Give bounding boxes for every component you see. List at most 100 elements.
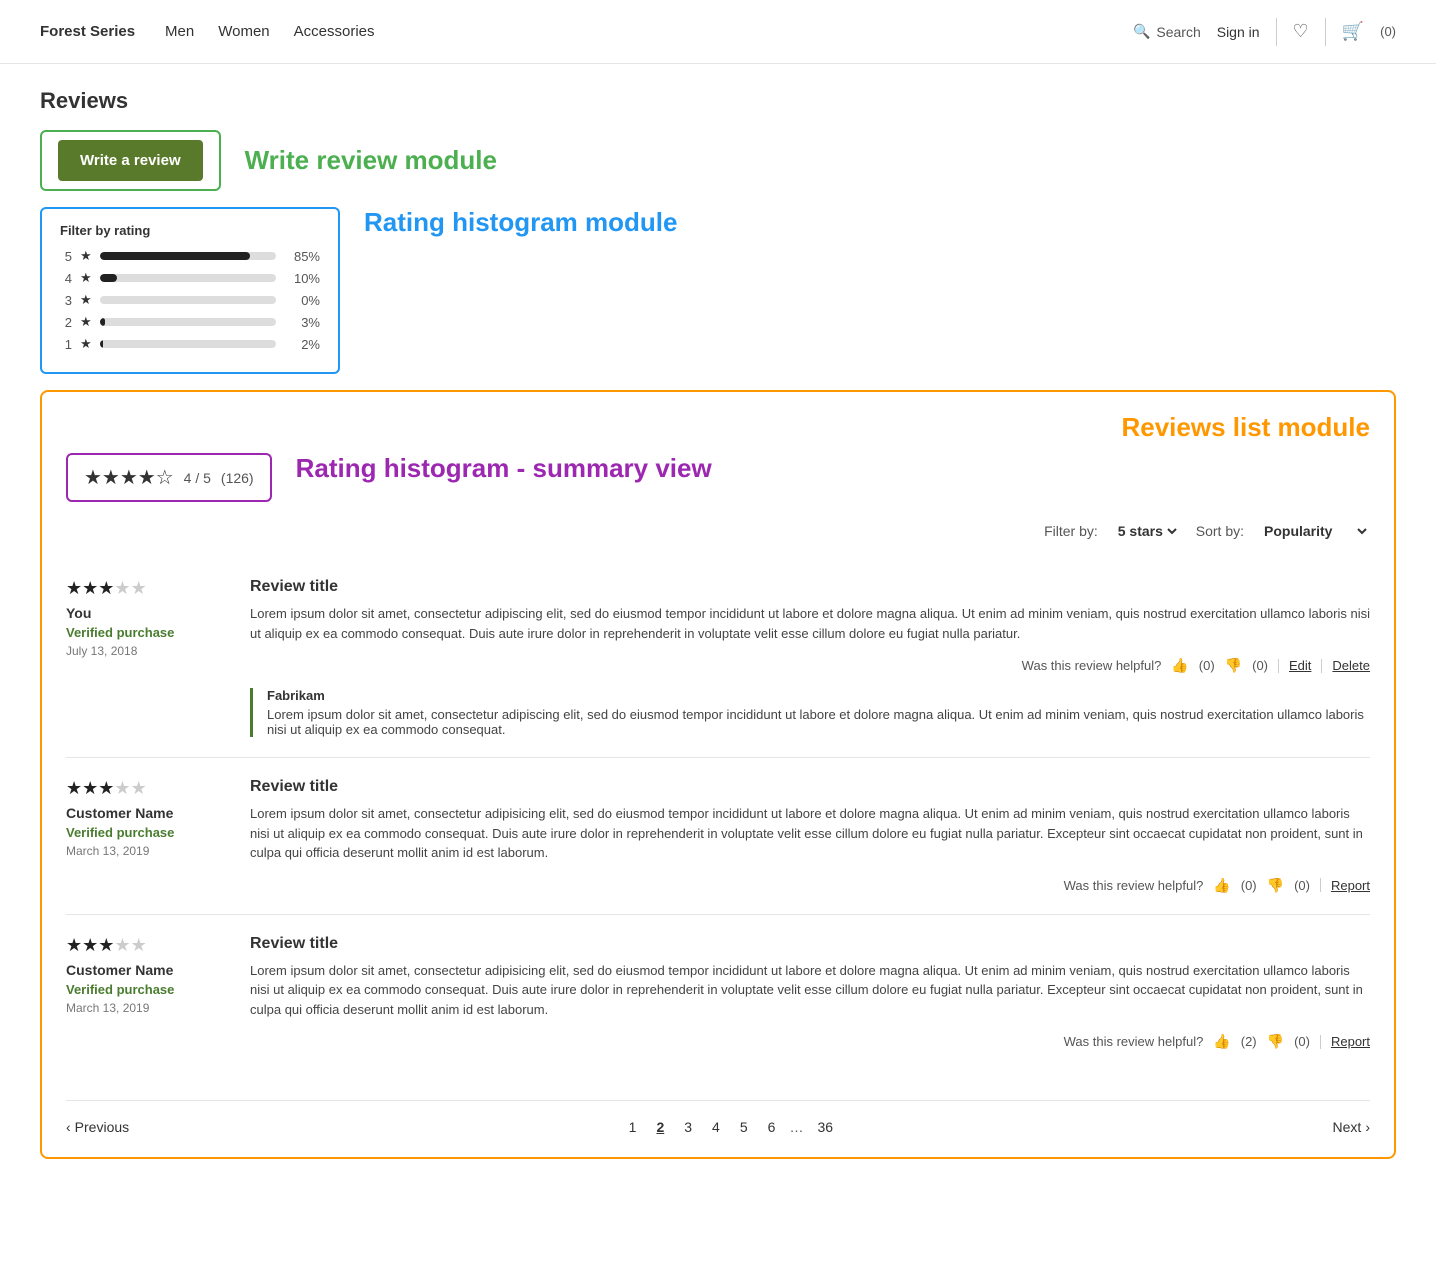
actions-divider (1320, 878, 1321, 892)
review-helpful-label: Was this review helpful? (1064, 878, 1204, 893)
star-icon: ★ (80, 336, 92, 352)
review-body: ★★★★★ Customer Name Verified purchase Ma… (66, 778, 1370, 894)
star-empty-icon: ★ (131, 935, 147, 955)
histogram-row[interactable]: 1 ★ 2% (60, 336, 320, 352)
brand: Forest Series (40, 23, 135, 40)
actions-divider (1278, 659, 1279, 673)
summary-view-area: ★★★★☆ 4 / 5 (126) Rating histogram - sum… (66, 453, 1370, 502)
nav-women[interactable]: Women (218, 23, 269, 40)
review-action-report-button[interactable]: Report (1331, 1034, 1370, 1049)
review-action-report-button[interactable]: Report (1331, 878, 1370, 893)
review-title: Review title (250, 778, 1370, 796)
nav-links: Men Women Accessories (165, 23, 1133, 40)
star-filled-icon: ★ (82, 578, 98, 598)
histogram-bar-fill (100, 252, 250, 260)
review-meta: ★★★★★ Customer Name Verified purchase Ma… (66, 778, 226, 894)
review-stars: ★★★★★ (66, 935, 226, 956)
nav-men[interactable]: Men (165, 23, 194, 40)
page-number-1[interactable]: 1 (623, 1117, 643, 1137)
reviewer-name: You (66, 605, 226, 621)
review-text: Lorem ipsum dolor sit amet, consectetur … (250, 804, 1370, 863)
thumbs-down-icon[interactable]: 👎 (1225, 657, 1242, 674)
reviews-section-title: Reviews (40, 88, 1396, 114)
star-filled-icon: ★ (98, 935, 114, 955)
review-body: ★★★★★ You Verified purchase July 13, 201… (66, 578, 1370, 737)
review-title: Review title (250, 578, 1370, 596)
write-review-module-label: Write review module (245, 145, 497, 176)
star-icon: ★ (80, 314, 92, 330)
review-card: ★★★★★ Customer Name Verified purchase Ma… (66, 757, 1370, 914)
filter-select[interactable]: 5 stars 4 stars 3 stars 2 stars 1 star (1114, 522, 1180, 540)
thumbs-up-icon[interactable]: 👍 (1213, 1033, 1230, 1050)
histogram-row[interactable]: 5 ★ 85% (60, 248, 320, 264)
thumbs-up-count: (0) (1199, 658, 1215, 673)
thumbs-down-icon[interactable]: 👎 (1267, 1033, 1284, 1050)
review-card: ★★★★★ You Verified purchase July 13, 201… (66, 558, 1370, 757)
review-meta: ★★★★★ Customer Name Verified purchase Ma… (66, 935, 226, 1051)
signin-button[interactable]: Sign in (1217, 24, 1260, 40)
summary-stars: ★★★★☆ (84, 465, 174, 490)
histogram-title: Filter by rating (60, 223, 320, 238)
summary-count: (126) (221, 470, 254, 486)
nav-accessories[interactable]: Accessories (294, 23, 375, 40)
histogram-module-label: Rating histogram module (364, 207, 677, 238)
actions-divider (1320, 1035, 1321, 1049)
page-number-6[interactable]: 6 (762, 1117, 782, 1137)
review-content: Review title Lorem ipsum dolor sit amet,… (250, 578, 1370, 737)
verified-purchase-badge: Verified purchase (66, 625, 226, 640)
search-button[interactable]: 🔍 Search (1133, 23, 1201, 40)
review-action-delete-button[interactable]: Delete (1332, 658, 1370, 673)
write-review-button[interactable]: Write a review (58, 140, 203, 181)
thumbs-down-icon[interactable]: 👎 (1267, 877, 1284, 894)
thumbs-up-icon[interactable]: 👍 (1213, 877, 1230, 894)
write-review-box: Write a review (40, 130, 221, 191)
review-actions: Was this review helpful? 👍 (0) 👎 (0) Edi… (250, 657, 1370, 674)
histogram-pct: 10% (284, 271, 320, 286)
cart-icon[interactable]: 🛒 (1342, 21, 1364, 42)
star-number: 2 (60, 315, 72, 330)
sort-label: Sort by: (1196, 523, 1244, 539)
star-empty-icon: ★ (131, 778, 147, 798)
star-filled-icon: ★ (98, 778, 114, 798)
page-number-2[interactable]: 2 (650, 1117, 670, 1137)
histogram-pct: 2% (284, 337, 320, 352)
page-number-5[interactable]: 5 (734, 1117, 754, 1137)
histogram-bar-bg (100, 340, 276, 348)
summary-score: 4 / 5 (184, 470, 211, 486)
histogram-bar-fill (100, 318, 105, 326)
review-cards-container: ★★★★★ You Verified purchase July 13, 201… (66, 558, 1370, 1070)
vendor-response: Fabrikam Lorem ipsum dolor sit amet, con… (250, 688, 1370, 737)
star-number: 1 (60, 337, 72, 352)
review-content: Review title Lorem ipsum dolor sit amet,… (250, 778, 1370, 894)
histogram-row[interactable]: 2 ★ 3% (60, 314, 320, 330)
histogram-row[interactable]: 4 ★ 10% (60, 270, 320, 286)
main-content: Reviews Write a review Write review modu… (0, 64, 1436, 1183)
thumbs-up-icon[interactable]: 👍 (1171, 657, 1188, 674)
write-review-module: Write a review Write review module (40, 130, 1396, 191)
review-action-edit-button[interactable]: Edit (1289, 658, 1311, 673)
star-empty-icon: ★ (114, 578, 130, 598)
histogram-bar-bg (100, 274, 276, 282)
page-number-36[interactable]: 36 (811, 1117, 839, 1137)
review-stars: ★★★★★ (66, 578, 226, 599)
review-actions: Was this review helpful? 👍 (0) 👎 (0) Rep… (250, 877, 1370, 894)
review-helpful-label: Was this review helpful? (1064, 1034, 1204, 1049)
review-card: ★★★★★ Customer Name Verified purchase Ma… (66, 914, 1370, 1071)
navbar: Forest Series Men Women Accessories 🔍 Se… (0, 0, 1436, 64)
star-filled-icon: ★ (82, 935, 98, 955)
prev-button[interactable]: ‹ Previous (66, 1119, 129, 1135)
wishlist-icon[interactable]: ♡ (1293, 21, 1309, 42)
histogram-bar-fill (100, 274, 118, 282)
next-button[interactable]: Next › (1333, 1119, 1370, 1135)
thumbs-up-count: (2) (1241, 1034, 1257, 1049)
search-label: Search (1156, 24, 1200, 40)
reviewer-name: Customer Name (66, 962, 226, 978)
histogram-row[interactable]: 3 ★ 0% (60, 292, 320, 308)
page-number-4[interactable]: 4 (706, 1117, 726, 1137)
star-filled-icon: ★ (66, 935, 82, 955)
sort-select[interactable]: Popularity Newest Oldest Highest rated L… (1260, 522, 1370, 540)
filter-sort-bar: Filter by: 5 stars 4 stars 3 stars 2 sta… (66, 522, 1370, 540)
navbar-right: 🔍 Search Sign in ♡ 🛒 (0) (1133, 18, 1396, 46)
page-number-3[interactable]: 3 (678, 1117, 698, 1137)
review-date: March 13, 2019 (66, 844, 226, 858)
